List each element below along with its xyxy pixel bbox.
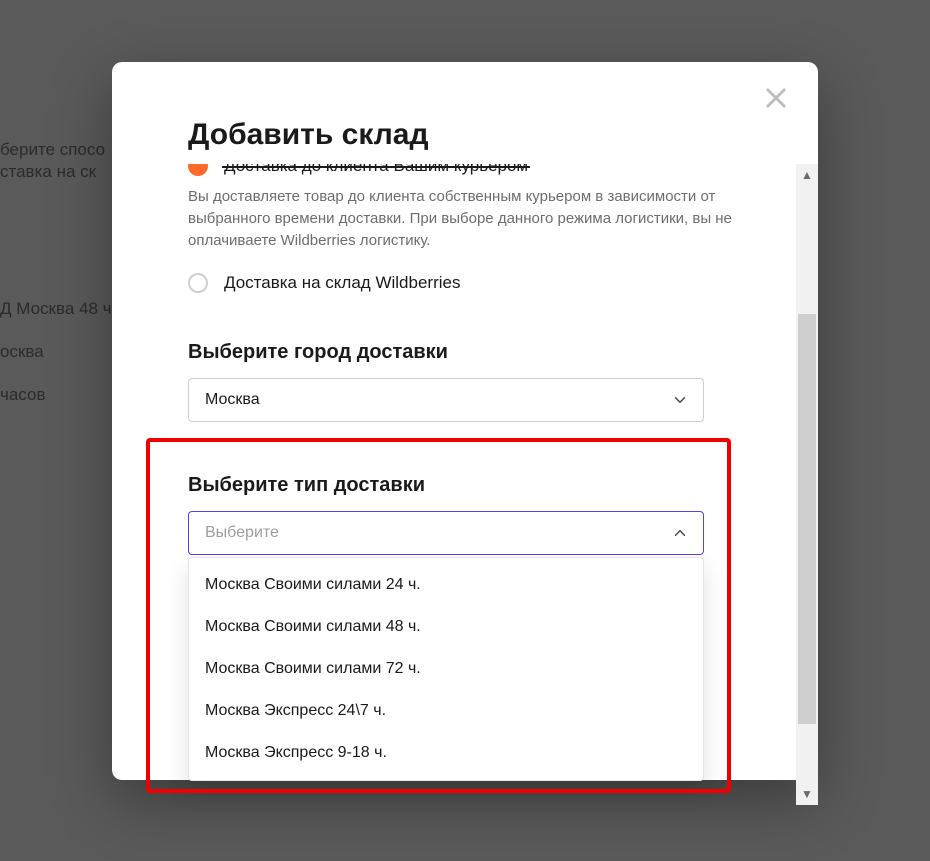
delivery-method-selected-label: Доставка до клиента Вашим курьером bbox=[224, 164, 528, 176]
city-select[interactable]: Москва bbox=[188, 378, 704, 422]
chevron-down-icon bbox=[671, 391, 689, 409]
delivery-type-select-placeholder: Выберите bbox=[205, 524, 279, 542]
close-icon bbox=[762, 84, 790, 112]
modal-scrollbar[interactable]: ▲ ▼ bbox=[796, 164, 818, 805]
close-button[interactable] bbox=[762, 84, 790, 112]
scroll-down-arrow-icon[interactable]: ▼ bbox=[796, 783, 818, 805]
delivery-method-alt-label: Доставка на склад Wildberries bbox=[224, 273, 460, 293]
scroll-up-arrow-icon[interactable]: ▲ bbox=[796, 164, 818, 186]
delivery-type-option[interactable]: Москва Своими силами 72 ч. bbox=[189, 648, 703, 690]
delivery-method-selected[interactable]: Доставка до клиента Вашим курьером bbox=[188, 164, 760, 180]
add-warehouse-modal: Добавить склад Доставка до клиента Вашим… bbox=[112, 62, 818, 780]
delivery-type-dropdown: Москва Своими силами 24 ч. Москва Своими… bbox=[188, 557, 704, 781]
radio-selected-icon bbox=[188, 164, 208, 176]
city-section-title: Выберите город доставки bbox=[188, 341, 760, 364]
modal-body: Доставка до клиента Вашим курьером Вы до… bbox=[112, 164, 796, 805]
modal-scroll-area: Доставка до клиента Вашим курьером Вы до… bbox=[112, 164, 818, 805]
delivery-method-alt[interactable]: Доставка на склад Wildberries bbox=[188, 273, 760, 293]
chevron-up-icon bbox=[671, 524, 689, 542]
delivery-type-select[interactable]: Выберите bbox=[188, 511, 704, 555]
modal-title: Добавить склад bbox=[188, 118, 758, 152]
radio-unselected-icon bbox=[188, 273, 208, 293]
scroll-thumb[interactable] bbox=[798, 314, 816, 724]
modal-header: Добавить склад bbox=[112, 62, 818, 152]
city-select-value: Москва bbox=[205, 391, 260, 409]
delivery-type-option[interactable]: Москва Экспресс 9-18 ч. bbox=[189, 732, 703, 774]
delivery-method-selected-desc: Вы доставляете товар до клиента собствен… bbox=[188, 186, 748, 251]
delivery-type-option[interactable]: Москва Экспресс 24\7 ч. bbox=[189, 690, 703, 732]
delivery-type-section-title: Выберите тип доставки bbox=[188, 474, 760, 497]
delivery-type-option[interactable]: Москва Своими силами 24 ч. bbox=[189, 564, 703, 606]
delivery-type-option[interactable]: Москва Своими силами 48 ч. bbox=[189, 606, 703, 648]
